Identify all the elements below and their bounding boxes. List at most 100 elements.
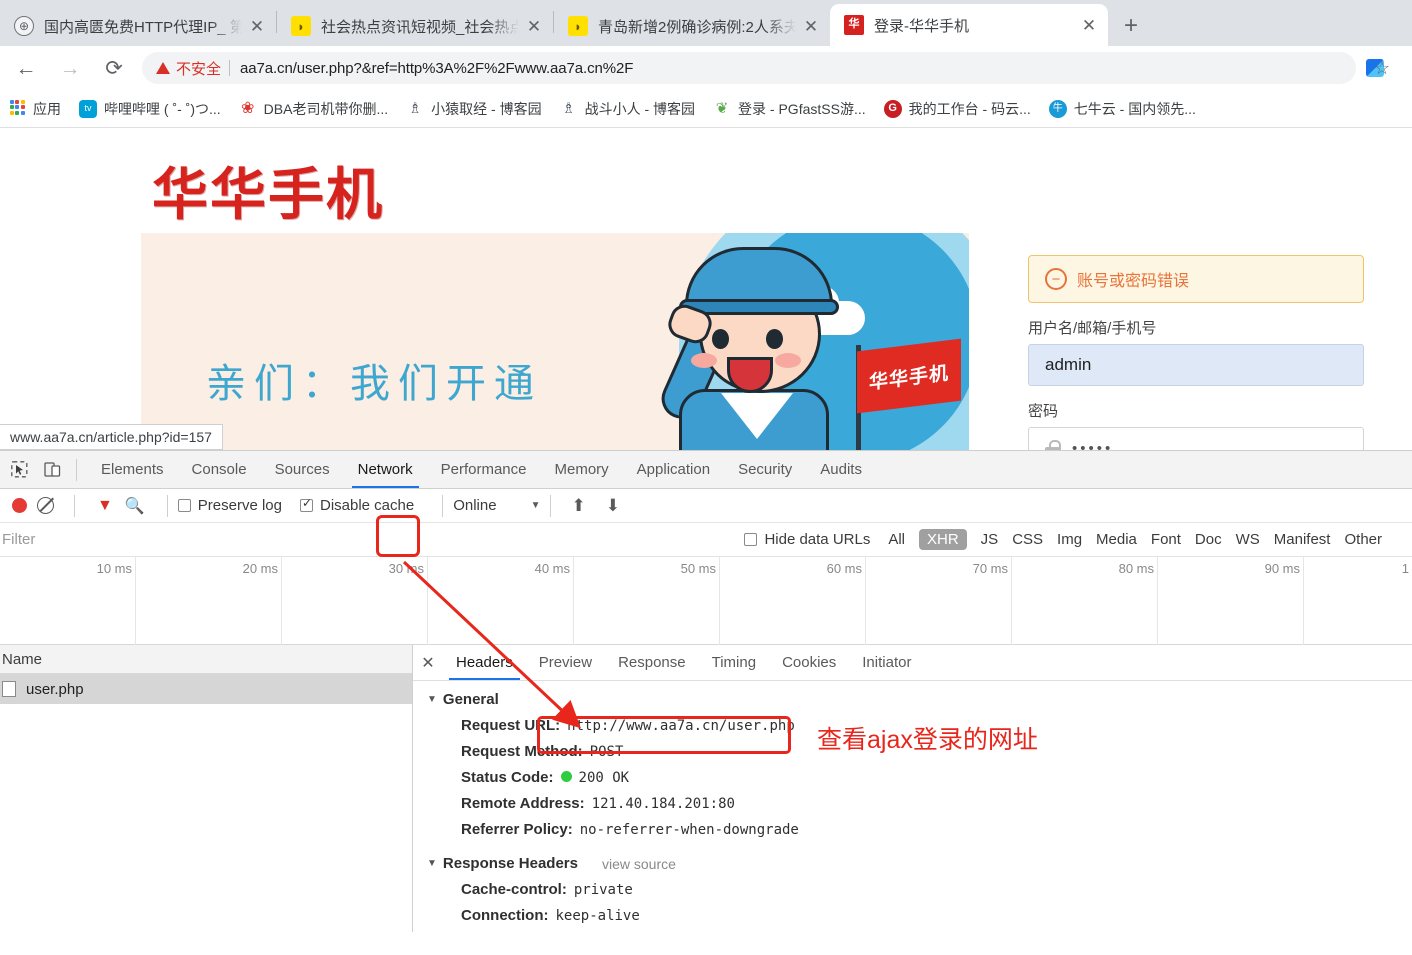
filter-type-all[interactable]: All	[888, 531, 905, 548]
device-toolbar-icon[interactable]	[38, 456, 66, 484]
filter-type-ws[interactable]: WS	[1236, 531, 1260, 548]
request-row-user-php[interactable]: user.php	[0, 674, 412, 704]
inspect-cursor-icon[interactable]	[5, 456, 33, 484]
back-button[interactable]: ←	[8, 50, 44, 86]
devtools-tab-application[interactable]: Application	[623, 451, 724, 488]
browser-tab-3[interactable]: ◗ 青岛新增2例确诊病例:2人系夫妻 ✕	[554, 6, 830, 46]
general-section-title[interactable]: ▼ General	[427, 691, 1412, 708]
filter-type-other[interactable]: Other	[1344, 531, 1382, 548]
password-input[interactable]: •••••	[1028, 427, 1364, 452]
forward-button[interactable]: →	[52, 50, 88, 86]
timeline-tick: 10 ms	[96, 561, 132, 576]
bilibili-icon: tv	[79, 99, 97, 118]
record-circle-icon[interactable]	[12, 498, 27, 513]
browser-tab-2[interactable]: ◗ 社会热点资讯短视频_社会热点新 ✕	[277, 6, 553, 46]
timeline-tick: 1	[1401, 561, 1409, 576]
banner-character-eye-right	[766, 329, 783, 349]
reload-button[interactable]: ⟳	[96, 50, 132, 86]
navigation-bar: ← → ⟳ 不安全 aa7a.cn/user.php?&ref=http%3A%…	[0, 46, 1412, 90]
filter-type-doc[interactable]: Doc	[1195, 531, 1222, 548]
tab-close-icon[interactable]: ✕	[798, 13, 824, 39]
bookmark-label: 应用	[33, 100, 61, 117]
devtools-tab-memory[interactable]: Memory	[541, 451, 623, 488]
field-value: 121.40.184.201:80	[591, 796, 735, 812]
bookmark-dba[interactable]: ❀ DBA老司机带你删...	[239, 99, 388, 119]
network-timeline-overview[interactable]: 10 ms 20 ms 30 ms 40 ms 50 ms 60 ms 70 m…	[0, 557, 1412, 645]
view-source-link[interactable]: view source	[602, 856, 676, 872]
checkbox-box-checked	[299, 496, 313, 512]
timeline-tick: 40 ms	[534, 561, 570, 576]
site-logo: 华华手机	[152, 163, 384, 226]
disable-cache-checkbox[interactable]: Disable cache	[299, 496, 415, 514]
import-arrow-up-icon[interactable]: ⬆	[571, 496, 585, 516]
response-header-connection: Connection: keep-alive	[461, 907, 1412, 924]
magnifier-icon[interactable]: 🔍	[125, 496, 145, 516]
response-headers-title[interactable]: ▼ Response Headers view source	[427, 855, 1412, 872]
new-tab-button[interactable]: +	[1114, 9, 1148, 43]
bookmark-gitee[interactable]: G 我的工作台 - 码云...	[883, 99, 1031, 119]
leaf-icon: ❦	[715, 100, 729, 117]
bookmark-xiaoyuan[interactable]: ♗ 小猿取经 - 博客园	[406, 99, 541, 119]
details-tab-headers[interactable]: Headers	[443, 645, 526, 680]
bookmark-label: 哔哩哔哩 ( ˚- ˚)つ...	[104, 100, 221, 117]
tab-strip: ⊕ 国内高匮免费HTTP代理IP_ 第1页 ✕ ◗ 社会热点资讯短视频_社会热点…	[0, 0, 1412, 46]
funnel-icon[interactable]: ▼	[97, 497, 113, 515]
devtools-tab-performance[interactable]: Performance	[427, 451, 541, 488]
filter-type-css[interactable]: CSS	[1012, 531, 1043, 548]
filter-type-xhr[interactable]: XHR	[919, 529, 967, 550]
bookmark-bilibili[interactable]: tv 哔哩哔哩 ( ˚- ˚)つ...	[79, 99, 221, 119]
filter-input[interactable]: Filter	[0, 531, 200, 548]
clear-circle-icon[interactable]	[37, 497, 54, 514]
devtools-tab-audits[interactable]: Audits	[806, 451, 876, 488]
devtools-tab-elements[interactable]: Elements	[87, 451, 178, 488]
banner-character-cheek-left	[691, 353, 717, 368]
general-referrer-policy: Referrer Policy: no-referrer-when-downgr…	[461, 821, 1412, 838]
details-tab-response[interactable]: Response	[605, 645, 699, 680]
devtools-tab-security[interactable]: Security	[724, 451, 806, 488]
tab-close-icon[interactable]: ✕	[1076, 12, 1102, 38]
field-value[interactable]: http://www.aa7a.cn/user.php	[567, 718, 795, 734]
username-input[interactable]: admin	[1028, 344, 1364, 386]
tab-close-icon[interactable]: ✕	[521, 13, 547, 39]
tab-close-icon[interactable]: ✕	[244, 13, 270, 39]
bookmark-label: 登录 - PGfastSS游...	[738, 100, 866, 117]
hide-data-urls-checkbox[interactable]: Hide data URLs	[744, 531, 870, 548]
request-list-header[interactable]: Name	[0, 645, 412, 674]
security-label[interactable]: 不安全	[176, 58, 221, 79]
devtools-tab-network[interactable]: Network	[344, 451, 427, 488]
bookmark-qiniu[interactable]: 牛 七牛云 - 国内领先...	[1048, 99, 1196, 119]
filter-type-img[interactable]: Img	[1057, 531, 1082, 548]
toolbar-divider	[76, 458, 77, 481]
doc-icon	[2, 681, 16, 697]
section-label: General	[442, 691, 499, 708]
preserve-log-checkbox[interactable]: Preserve log	[177, 497, 282, 514]
bookmark-zhandou[interactable]: ♗ 战斗小人 - 博客园	[560, 99, 695, 119]
filter-type-js[interactable]: JS	[981, 531, 999, 548]
export-arrow-down-icon[interactable]: ⬇	[606, 496, 620, 516]
bookmark-pgfastss[interactable]: ❦ 登录 - PGfastSS游...	[713, 99, 866, 119]
address-bar[interactable]: 不安全 aa7a.cn/user.php?&ref=http%3A%2F%2Fw…	[142, 52, 1390, 84]
devtools-tab-sources[interactable]: Sources	[261, 451, 344, 488]
bookmark-star-icon[interactable]: ☆	[1374, 58, 1390, 79]
filter-type-font[interactable]: Font	[1151, 531, 1181, 548]
throttling-value: Online	[453, 497, 497, 514]
field-key: Request Method:	[461, 743, 583, 760]
disable-cache-label: Disable cache	[319, 497, 415, 514]
browser-tab-4-active[interactable]: 华 登录-华华手机 ✕	[830, 4, 1108, 46]
details-tab-timing[interactable]: Timing	[699, 645, 769, 680]
omnibox-divider	[229, 60, 231, 76]
tab-title: 登录-华华手机	[874, 17, 969, 35]
timeline-tick: 90 ms	[1264, 561, 1300, 576]
close-details-icon[interactable]: ✕	[413, 653, 443, 673]
filter-type-manifest[interactable]: Manifest	[1274, 531, 1331, 548]
browser-tab-1[interactable]: ⊕ 国内高匮免费HTTP代理IP_ 第1页 ✕	[0, 6, 276, 46]
huahua-icon: 华	[844, 15, 864, 35]
preserve-log-label: Preserve log	[197, 497, 282, 514]
details-tab-cookies[interactable]: Cookies	[769, 645, 849, 680]
filter-type-media[interactable]: Media	[1096, 531, 1137, 548]
devtools-tab-console[interactable]: Console	[178, 451, 261, 488]
throttling-dropdown[interactable]: Online ▼	[453, 497, 540, 514]
details-tab-preview[interactable]: Preview	[526, 645, 605, 680]
bookmark-apps[interactable]: 应用	[8, 99, 61, 119]
details-tab-initiator[interactable]: Initiator	[849, 645, 924, 680]
